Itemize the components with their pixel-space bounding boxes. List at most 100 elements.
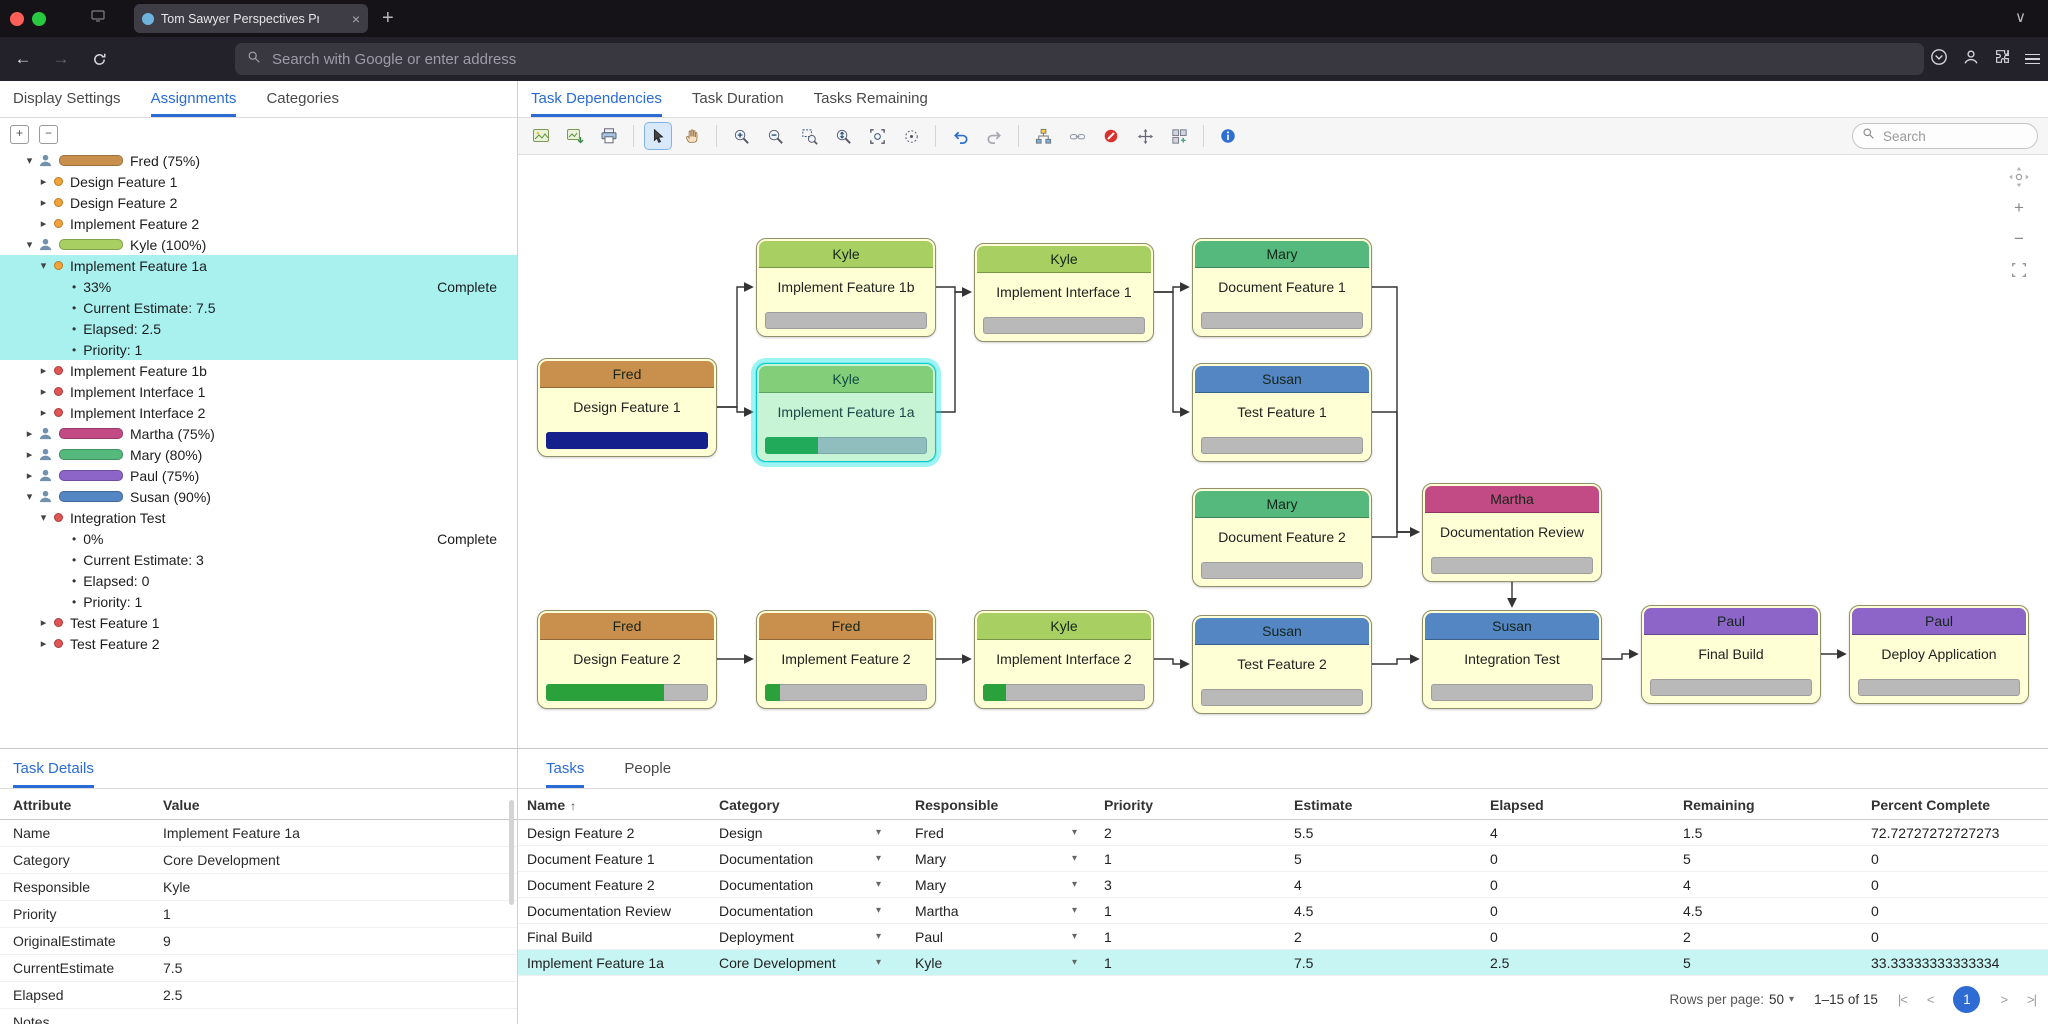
fit-to-window-icon[interactable] — [864, 123, 890, 149]
graph-node-final-build[interactable]: PaulFinal Build — [1641, 605, 1821, 704]
tree-row-33[interactable]: •33%Complete — [0, 276, 517, 297]
fit-view-button[interactable] — [2006, 258, 2032, 282]
cell-category-dropdown[interactable]: Deployment▾ — [719, 929, 881, 945]
rows-per-page-value[interactable]: 50 — [1769, 992, 1784, 1007]
zoom-out-button[interactable]: − — [2006, 227, 2032, 251]
task-detail-row-name[interactable]: NameImplement Feature 1a — [0, 820, 517, 847]
tree-row-integration-test[interactable]: ▾Integration Test — [0, 507, 517, 528]
chevron-right-icon[interactable]: ▸ — [22, 427, 37, 440]
graph-node-design-feature-2[interactable]: FredDesign Feature 2 — [537, 610, 717, 709]
url-input[interactable] — [270, 50, 1912, 69]
pocket-icon[interactable] — [1930, 48, 1948, 71]
graph-node-document-feature-2[interactable]: MaryDocument Feature 2 — [1192, 488, 1372, 587]
task-table-row-design-feature-2[interactable]: Design Feature 2Design▾Fred▾25.541.572.7… — [518, 820, 2048, 846]
dropdown-caret-icon[interactable]: ▾ — [1072, 931, 1077, 942]
dropdown-caret-icon[interactable]: ▾ — [1072, 827, 1077, 838]
tree-row-implement-interface-1[interactable]: ▸Implement Interface 1 — [0, 381, 517, 402]
graph-node-test-feature-1[interactable]: SusanTest Feature 1 — [1192, 363, 1372, 462]
pan-compass-icon[interactable] — [2006, 165, 2032, 189]
chevron-right-icon[interactable]: ▸ — [22, 448, 37, 461]
tree-row-martha-75[interactable]: ▸Martha (75%) — [0, 423, 517, 444]
tab-task-details[interactable]: Task Details — [13, 749, 94, 788]
graph-search-input[interactable] — [1881, 128, 2028, 145]
horizontal-divider[interactable] — [0, 748, 2048, 749]
task-detail-row-currentestimate[interactable]: CurrentEstimate7.5 — [0, 955, 517, 982]
select-tool-icon[interactable] — [645, 123, 671, 149]
tab-people[interactable]: People — [624, 749, 671, 788]
task-table-row-document-feature-2[interactable]: Document Feature 2Documentation▾Mary▾340… — [518, 872, 2048, 898]
overview-icon[interactable] — [898, 123, 924, 149]
cell-responsible-dropdown[interactable]: Fred▾ — [915, 825, 1077, 841]
dropdown-caret-icon[interactable]: ▾ — [876, 827, 881, 838]
back-button[interactable]: ← — [8, 44, 38, 74]
task-table-row-implement-feature-1a[interactable]: Implement Feature 1aCore Development▾Kyl… — [518, 950, 2048, 976]
interactive-zoom-icon[interactable] — [830, 123, 856, 149]
tree-row-implement-feature-1a[interactable]: ▾Implement Feature 1a — [0, 255, 517, 276]
undo-icon[interactable] — [947, 123, 973, 149]
zoom-window-button[interactable] — [32, 12, 46, 26]
graph-node-implement-feature-2[interactable]: FredImplement Feature 2 — [756, 610, 936, 709]
tree-row-test-feature-2[interactable]: ▸Test Feature 2 — [0, 633, 517, 654]
redo-icon[interactable] — [981, 123, 1007, 149]
dropdown-caret-icon[interactable]: ▾ — [1072, 853, 1077, 864]
chevron-right-icon[interactable]: ▸ — [36, 637, 51, 650]
tab-categories[interactable]: Categories — [266, 81, 339, 117]
tree-row-elapsed-2-5[interactable]: •Elapsed: 2.5 — [0, 318, 517, 339]
url-bar[interactable] — [235, 43, 1924, 75]
reload-button[interactable] — [84, 44, 114, 74]
tree-row-implement-feature-2[interactable]: ▸Implement Feature 2 — [0, 213, 517, 234]
tab-tasks[interactable]: Tasks — [546, 749, 584, 788]
tree-row-implement-interface-2[interactable]: ▸Implement Interface 2 — [0, 402, 517, 423]
cell-responsible-dropdown[interactable]: Paul▾ — [915, 929, 1077, 945]
tree-row-kyle-100[interactable]: ▾Kyle (100%) — [0, 234, 517, 255]
chevron-right-icon[interactable]: ▸ — [36, 175, 51, 188]
forward-button[interactable]: → — [46, 44, 76, 74]
tree-row-priority-1[interactable]: •Priority: 1 — [0, 339, 517, 360]
tree-row-current-estimate-7-5[interactable]: •Current Estimate: 7.5 — [0, 297, 517, 318]
zoom-in-icon[interactable] — [728, 123, 754, 149]
cell-responsible-dropdown[interactable]: Kyle▾ — [915, 955, 1077, 971]
chevron-right-icon[interactable]: ▸ — [36, 217, 51, 230]
tree-row-paul-75[interactable]: ▸Paul (75%) — [0, 465, 517, 486]
task-detail-row-notes[interactable]: Notes — [0, 1009, 517, 1024]
expand-all-icon[interactable]: + — [10, 125, 29, 144]
marquee-zoom-icon[interactable] — [796, 123, 822, 149]
expand-selection-icon[interactable] — [1132, 123, 1158, 149]
cell-responsible-dropdown[interactable]: Martha▾ — [915, 903, 1077, 919]
tab-list-chevron-icon[interactable]: ∨ — [2015, 8, 2026, 26]
tree-row-implement-feature-1b[interactable]: ▸Implement Feature 1b — [0, 360, 517, 381]
graph-node-deploy-application[interactable]: PaulDeploy Application — [1849, 605, 2029, 704]
dropdown-caret-icon[interactable]: ▾ — [1072, 905, 1077, 916]
graph-node-implement-feature-1a[interactable]: KyleImplement Feature 1a — [756, 363, 936, 462]
close-window-button[interactable] — [10, 12, 24, 26]
first-page-button[interactable]: |< — [1898, 992, 1907, 1007]
column-category[interactable]: Category — [719, 797, 915, 813]
dropdown-caret-icon[interactable]: ▾ — [876, 853, 881, 864]
browser-tab[interactable]: Tom Sawyer Perspectives Previ × — [134, 4, 368, 33]
cell-category-dropdown[interactable]: Documentation▾ — [719, 903, 881, 919]
stop-icon[interactable] — [1098, 123, 1124, 149]
column-priority[interactable]: Priority — [1104, 797, 1294, 813]
graph-node-documentation-review[interactable]: MarthaDocumentation Review — [1422, 483, 1602, 582]
chevron-down-icon[interactable]: ▾ — [22, 490, 37, 503]
info-icon[interactable] — [1215, 123, 1241, 149]
tree-row-test-feature-1[interactable]: ▸Test Feature 1 — [0, 612, 517, 633]
grid-icon[interactable] — [1166, 123, 1192, 149]
export-image-icon[interactable] — [528, 123, 554, 149]
tab-tasks-remaining[interactable]: Tasks Remaining — [814, 81, 928, 117]
dropdown-caret-icon[interactable]: ▾ — [1072, 957, 1077, 968]
column-elapsed[interactable]: Elapsed — [1490, 797, 1683, 813]
graph-node-integration-test[interactable]: SusanIntegration Test — [1422, 610, 1602, 709]
tree-row-susan-90[interactable]: ▾Susan (90%) — [0, 486, 517, 507]
chevron-right-icon[interactable]: ▸ — [36, 196, 51, 209]
column-estimate[interactable]: Estimate — [1294, 797, 1490, 813]
tree-row-current-estimate-3[interactable]: •Current Estimate: 3 — [0, 549, 517, 570]
dropdown-caret-icon[interactable]: ▾ — [876, 905, 881, 916]
task-table-row-documentation-review[interactable]: Documentation ReviewDocumentation▾Martha… — [518, 898, 2048, 924]
prev-page-button[interactable]: < — [1927, 992, 1934, 1007]
column-remaining[interactable]: Remaining — [1683, 797, 1871, 813]
menu-icon[interactable] — [2025, 51, 2040, 68]
next-page-button[interactable]: > — [2000, 992, 2007, 1007]
last-page-button[interactable]: >| — [2027, 992, 2036, 1007]
graph-node-implement-interface-1[interactable]: KyleImplement Interface 1 — [974, 243, 1154, 342]
